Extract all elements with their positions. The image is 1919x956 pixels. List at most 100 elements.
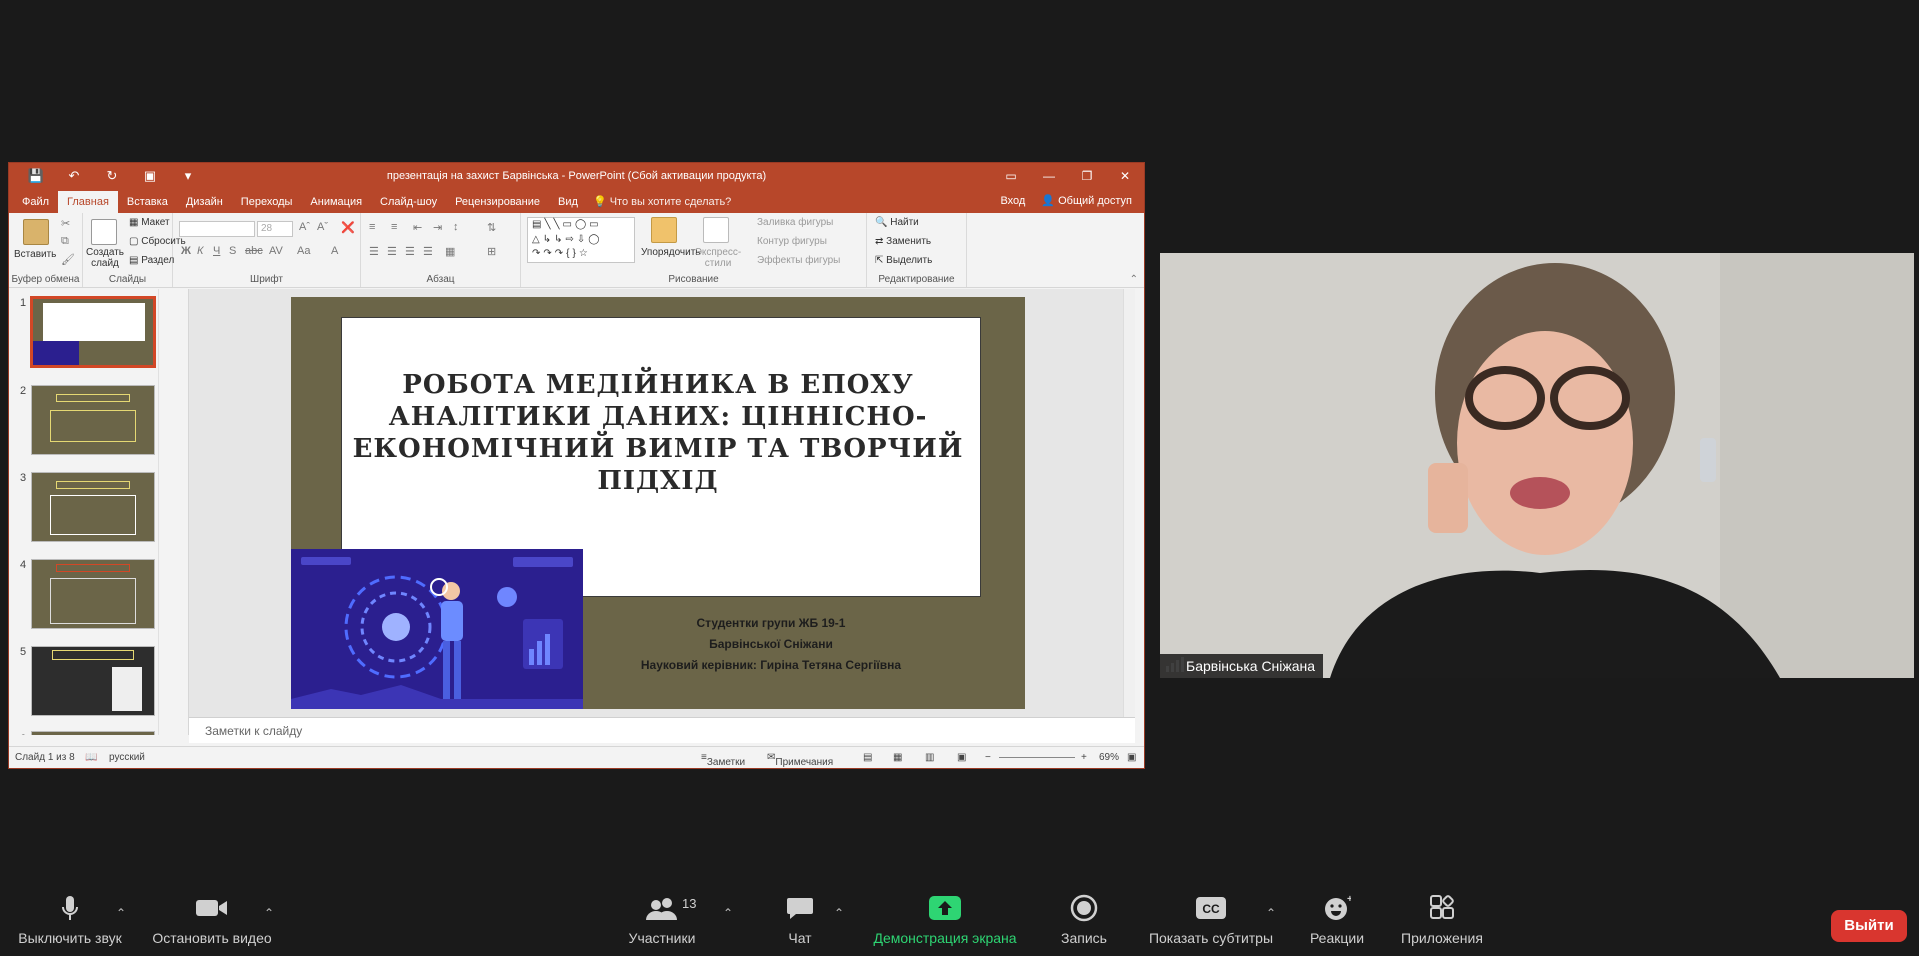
- paste-button[interactable]: Вставить: [14, 249, 56, 260]
- replace-button[interactable]: ⇄ Заменить: [875, 236, 931, 247]
- captions-options-caret[interactable]: ⌃: [1266, 906, 1276, 920]
- new-slide-icon[interactable]: [91, 219, 117, 245]
- slide-thumbnail-3[interactable]: [31, 472, 155, 542]
- decrease-indent-icon[interactable]: ⇤: [413, 221, 422, 234]
- slide-thumbnail-1[interactable]: [30, 296, 156, 368]
- shape-effects-button[interactable]: Эффекты фигуры: [757, 255, 840, 266]
- signin-link[interactable]: Вход: [1000, 189, 1025, 213]
- tab-slideshow[interactable]: Слайд-шоу: [371, 191, 446, 213]
- redo-icon[interactable]: ↻: [93, 168, 131, 184]
- reactions-button[interactable]: + Реакции: [1302, 890, 1372, 956]
- slide-subtitle[interactable]: Студентки групи ЖБ 19-1 Барвінської Сніж…: [591, 613, 951, 676]
- numbering-icon[interactable]: ≡: [391, 221, 397, 233]
- new-slide-button[interactable]: Создать слайд: [85, 247, 125, 269]
- undo-icon[interactable]: ↶: [55, 168, 93, 184]
- columns-icon[interactable]: ▦: [445, 245, 455, 258]
- current-slide[interactable]: РОБОТА МЕДІЙНИКА В ЕПОХУ АНАЛІТИКИ ДАНИХ…: [291, 297, 1025, 709]
- tab-file[interactable]: Файл: [13, 191, 58, 213]
- shapes-gallery[interactable]: ▤╲╲▭◯▭ △↳↳⇨⇩◯ ↷↷↷{}☆: [527, 217, 635, 263]
- participant-video-tile[interactable]: Барвінська Сніжана: [1160, 253, 1914, 678]
- tab-view[interactable]: Вид: [549, 191, 587, 213]
- section-button[interactable]: ▤ Раздел: [129, 255, 174, 266]
- maximize-icon[interactable]: ❐: [1068, 163, 1106, 189]
- copy-icon[interactable]: ⧉: [61, 235, 69, 248]
- zoom-in-icon[interactable]: +: [1081, 752, 1087, 763]
- chat-button[interactable]: Чат: [770, 890, 830, 956]
- record-button[interactable]: Запись: [1052, 890, 1116, 956]
- slide-thumbnail-2[interactable]: [31, 385, 155, 455]
- leave-button[interactable]: Выйти: [1831, 910, 1907, 942]
- slideshow-view-icon[interactable]: ▣: [957, 752, 966, 763]
- quick-styles-button[interactable]: Экспресс-стили: [693, 247, 743, 269]
- tab-animations[interactable]: Анимация: [301, 191, 371, 213]
- stop-video-button[interactable]: Остановить видео: [146, 890, 278, 956]
- line-spacing-icon[interactable]: ↕: [453, 221, 459, 233]
- arrange-icon[interactable]: [651, 217, 677, 243]
- font-color-icon[interactable]: A: [331, 245, 338, 257]
- smartart-icon[interactable]: ⊞: [487, 245, 496, 258]
- italic-icon[interactable]: К: [197, 245, 203, 257]
- tell-me-box[interactable]: 💡 Что вы хотите сделать?: [593, 191, 731, 213]
- arrange-button[interactable]: Упорядочить: [641, 247, 701, 258]
- shadow-icon[interactable]: S: [229, 245, 236, 257]
- share-button[interactable]: 👤 Общий доступ: [1041, 189, 1132, 213]
- slide-thumbnail-4[interactable]: [31, 559, 155, 629]
- chat-options-caret[interactable]: ⌃: [834, 906, 844, 920]
- format-painter-icon[interactable]: 🖌: [61, 253, 75, 266]
- audio-options-caret[interactable]: ⌃: [116, 906, 126, 920]
- comments-toggle[interactable]: ✉ Примечания: [767, 752, 833, 768]
- align-center-icon[interactable]: ☰: [387, 245, 397, 258]
- start-slideshow-icon[interactable]: ▣: [131, 168, 169, 184]
- share-screen-button[interactable]: Демонстрация экрана: [862, 890, 1028, 956]
- normal-view-icon[interactable]: ▤: [863, 752, 872, 763]
- strikethrough-icon[interactable]: abc: [245, 245, 263, 257]
- shape-fill-button[interactable]: Заливка фигуры: [757, 217, 833, 228]
- minimize-icon[interactable]: —: [1030, 163, 1068, 189]
- align-right-icon[interactable]: ☰: [405, 245, 415, 258]
- justify-icon[interactable]: ☰: [423, 245, 433, 258]
- participants-options-caret[interactable]: ⌃: [723, 906, 733, 920]
- shape-outline-button[interactable]: Контур фигуры: [757, 236, 827, 247]
- paste-icon[interactable]: [23, 219, 49, 245]
- font-family-field[interactable]: [179, 221, 255, 237]
- close-icon[interactable]: ✕: [1106, 163, 1144, 189]
- collapse-ribbon-icon[interactable]: ⌃: [1130, 274, 1138, 285]
- bullets-icon[interactable]: ≡: [369, 221, 375, 233]
- slide-title[interactable]: РОБОТА МЕДІЙНИКА В ЕПОХУ АНАЛІТИКИ ДАНИХ…: [311, 369, 1005, 497]
- layout-button[interactable]: ▦ Макет: [129, 217, 170, 228]
- sorter-view-icon[interactable]: ▦: [893, 752, 902, 763]
- zoom-level[interactable]: 69%: [1099, 752, 1119, 763]
- change-case-icon[interactable]: Aa: [297, 245, 310, 257]
- increase-indent-icon[interactable]: ⇥: [433, 221, 442, 234]
- tab-design[interactable]: Дизайн: [177, 191, 232, 213]
- customize-qat-icon[interactable]: ▾: [169, 168, 207, 184]
- slide-thumbnail-6[interactable]: [31, 731, 155, 735]
- tab-home[interactable]: Главная: [58, 191, 118, 213]
- spacing-icon[interactable]: AV: [269, 245, 283, 257]
- font-size-field[interactable]: 28: [257, 221, 293, 237]
- cut-icon[interactable]: ✂: [61, 217, 70, 230]
- grow-font-icon[interactable]: Aˆ: [299, 221, 310, 233]
- reading-view-icon[interactable]: ▥: [925, 752, 934, 763]
- clear-format-icon[interactable]: ❌: [341, 221, 355, 234]
- underline-icon[interactable]: Ч: [213, 245, 220, 257]
- spellcheck-icon[interactable]: 📖: [85, 752, 97, 763]
- mute-button[interactable]: Выключить звук: [10, 890, 130, 956]
- thumbnails-scrollbar[interactable]: [158, 289, 168, 735]
- shrink-font-icon[interactable]: Aˇ: [317, 221, 328, 233]
- align-left-icon[interactable]: ☰: [369, 245, 379, 258]
- tab-transitions[interactable]: Переходы: [232, 191, 302, 213]
- zoom-out-icon[interactable]: −: [985, 752, 991, 763]
- bold-icon[interactable]: Ж: [181, 245, 191, 257]
- video-options-caret[interactable]: ⌃: [264, 906, 274, 920]
- zoom-slider[interactable]: [999, 757, 1075, 758]
- ribbon-display-icon[interactable]: ▭: [992, 163, 1030, 189]
- apps-button[interactable]: Приложения: [1392, 890, 1492, 956]
- data-analytics-illustration[interactable]: [291, 549, 583, 709]
- notes-toggle[interactable]: ≡ Заметки: [701, 752, 745, 768]
- language-label[interactable]: русский: [109, 752, 145, 763]
- select-button[interactable]: ⇱ Выделить: [875, 255, 932, 266]
- tab-insert[interactable]: Вставка: [118, 191, 177, 213]
- slide-scrollbar[interactable]: [1123, 289, 1135, 717]
- notes-field[interactable]: Заметки к слайду: [189, 717, 1135, 743]
